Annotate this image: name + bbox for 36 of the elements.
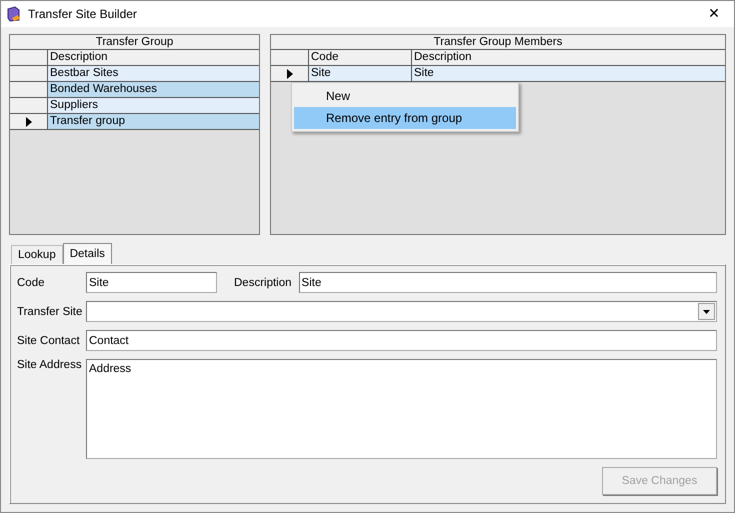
app-icon bbox=[6, 6, 22, 22]
column-header: Description bbox=[48, 50, 259, 65]
code-field[interactable]: Site bbox=[86, 272, 217, 293]
current-row-icon bbox=[286, 68, 292, 78]
table-cell[interactable]: Bonded Warehouses bbox=[48, 82, 259, 97]
column-header: Code bbox=[309, 50, 412, 65]
transfer-site-dropdown[interactable] bbox=[86, 301, 717, 322]
column-header: Description bbox=[412, 50, 725, 65]
window-title: Transfer Site Builder bbox=[28, 7, 138, 21]
field-label: Site Address bbox=[17, 359, 83, 371]
dropdown-arrow-icon bbox=[703, 310, 710, 314]
row-header[interactable] bbox=[10, 66, 48, 81]
description-field[interactable]: Site bbox=[298, 272, 717, 293]
field-label: Code bbox=[17, 276, 46, 288]
tab[interactable]: Details bbox=[62, 243, 112, 264]
row-header[interactable] bbox=[10, 98, 48, 113]
table-cell[interactable]: Transfer group bbox=[48, 114, 259, 129]
table-cell[interactable]: Site bbox=[309, 66, 412, 81]
table-cell[interactable]: Bestbar Sites bbox=[48, 66, 259, 81]
tab[interactable]: Lookup bbox=[11, 245, 63, 264]
field-label: Transfer Site bbox=[17, 306, 84, 318]
current-row-icon bbox=[26, 116, 32, 126]
grid-title: Transfer Group bbox=[10, 35, 259, 50]
field-label: Site Contact bbox=[17, 334, 81, 346]
menu-item[interactable]: New bbox=[294, 85, 516, 107]
table-cell[interactable]: Site bbox=[412, 66, 725, 81]
close-button[interactable]: ✕ bbox=[694, 1, 734, 27]
field-label: Description bbox=[234, 276, 292, 288]
row-header[interactable] bbox=[10, 114, 48, 129]
row-header[interactable] bbox=[271, 66, 309, 81]
row-header[interactable] bbox=[10, 82, 48, 97]
address-field[interactable]: Address bbox=[86, 359, 717, 459]
contact-field[interactable]: Contact bbox=[86, 330, 717, 351]
menu-item[interactable]: Remove entry from group bbox=[294, 107, 516, 129]
grid-title: Transfer Group Members bbox=[271, 35, 725, 50]
table-cell[interactable]: Suppliers bbox=[48, 98, 259, 113]
